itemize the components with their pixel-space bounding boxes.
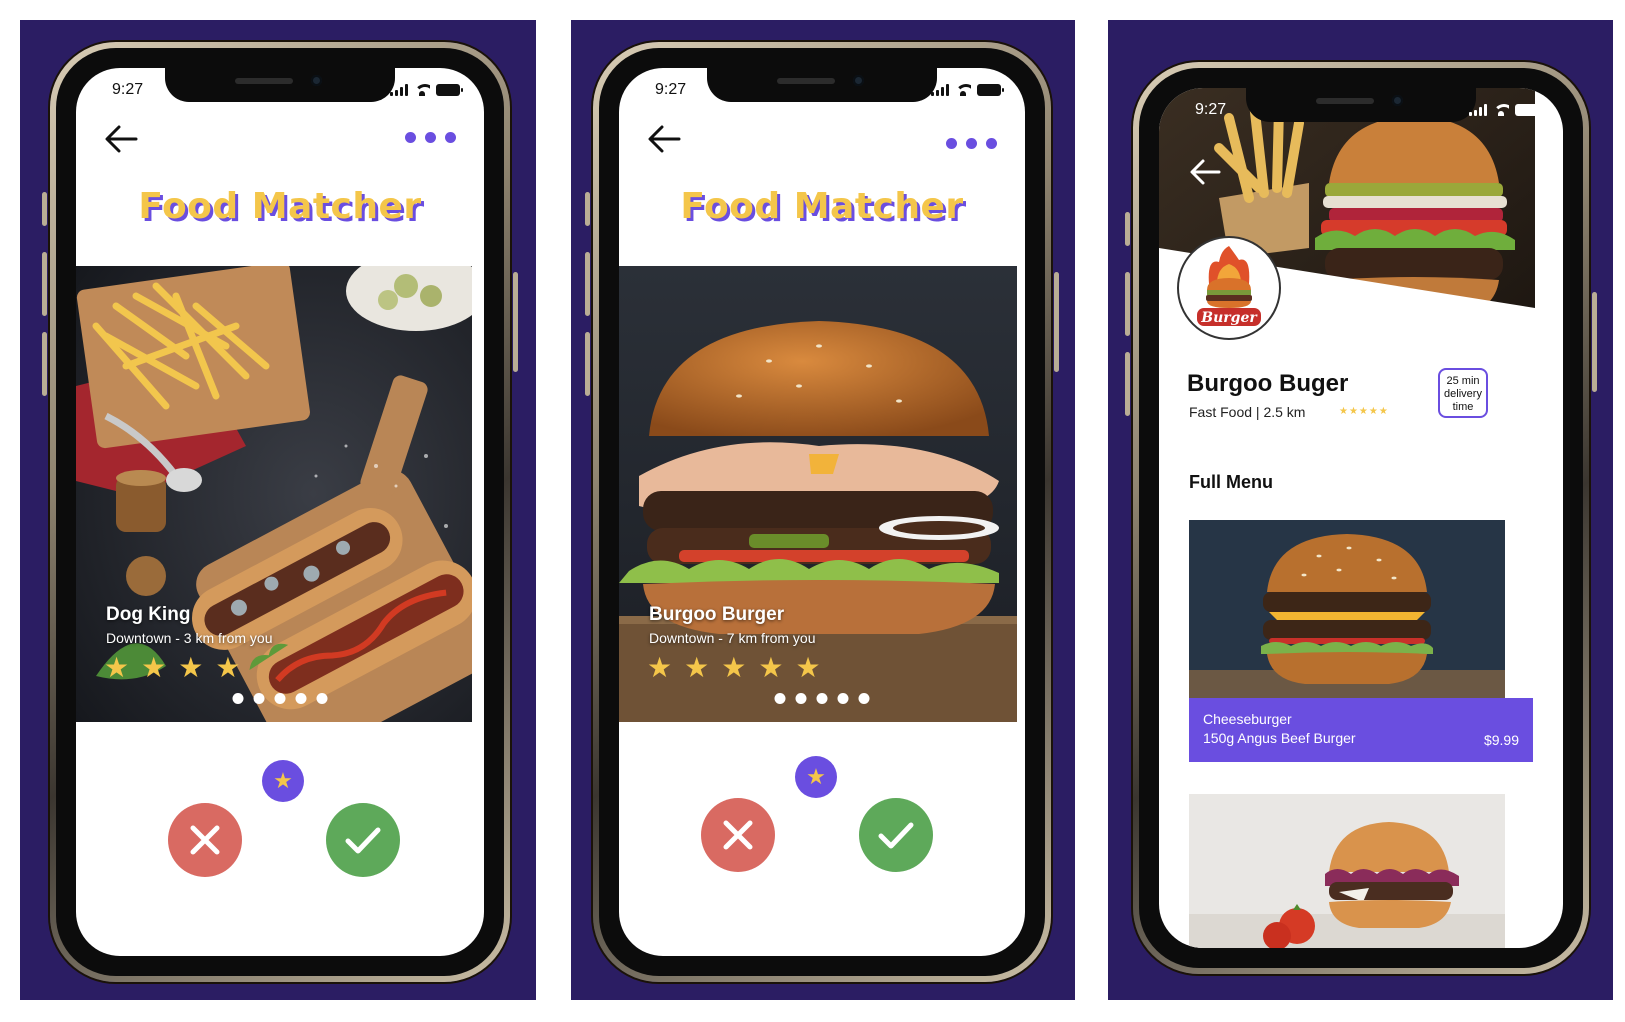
food-card-photo[interactable]: Dog King Downtown - 3 km from you ★ ★ ★ … (76, 266, 484, 722)
star-icon: ★ (721, 652, 747, 683)
reject-button[interactable] (701, 798, 775, 872)
restaurant-meta: Fast Food | 2.5 km (1189, 404, 1306, 420)
signal-icon (390, 84, 408, 96)
phone-frame: 9:27 Food Matcher (42, 42, 518, 982)
app-screen: 9:27 Food Matcher (76, 68, 484, 956)
status-bar: 9:27 (1159, 88, 1563, 132)
restaurant-rating-stars: ★★★★★ (1339, 406, 1389, 417)
back-arrow-icon[interactable] (1189, 158, 1221, 186)
star-icon: ★ (215, 652, 241, 683)
delivery-time-badge: 25 min delivery time (1438, 368, 1488, 418)
battery-icon (436, 84, 463, 96)
signal-icon (931, 84, 949, 96)
carousel-dots[interactable] (774, 693, 870, 704)
app-title: Food Matcher (680, 186, 964, 227)
star-icon: ★ (141, 652, 167, 683)
more-dots-icon[interactable] (405, 132, 456, 143)
super-like-button[interactable]: ★ (262, 760, 304, 802)
phone-frame: 9:27 Burger Burgoo Buger Fast Food | 2.5… (1125, 62, 1597, 974)
screenshot-panel-dog-king: 9:27 Food Matcher Dog King Downtown - 3 … (20, 20, 536, 1000)
close-icon (723, 820, 753, 850)
battery-icon (977, 84, 1004, 96)
star-icon: ★ (795, 652, 821, 683)
app-screen: 9:27 Burger Burgoo Buger Fast Food | 2.5… (1159, 88, 1563, 948)
star-icon: ★ (104, 652, 130, 683)
card-subtitle: Downtown - 7 km from you (649, 630, 816, 646)
check-icon (345, 827, 381, 854)
screenshot-panel-restaurant-detail: 9:27 Burger Burgoo Buger Fast Food | 2.5… (1108, 20, 1613, 1000)
status-bar: 9:27 (619, 68, 1025, 112)
card-title: Dog King (106, 604, 191, 625)
check-icon (878, 822, 914, 849)
full-menu-heading: Full Menu (1189, 472, 1273, 492)
restaurant-name: Burgoo Buger (1187, 370, 1349, 397)
reject-button[interactable] (168, 803, 242, 877)
card-title: Burgoo Burger (649, 604, 785, 625)
signal-icon (1469, 104, 1487, 116)
delivery-time-value: 25 min (1446, 375, 1480, 387)
menu-item-price: $9.99 (1483, 732, 1519, 748)
wifi-icon (414, 84, 430, 96)
status-bar: 9:27 (76, 68, 484, 112)
phone-frame: 9:27 Food Matcher (585, 42, 1059, 982)
menu-item-name: Cheeseburger (1203, 711, 1292, 727)
star-icon: ★ (758, 652, 784, 683)
screenshot-panel-burgoo-burger: 9:27 Food Matcher Burgoo Burger Downtown… (571, 20, 1075, 1000)
delivery-time-label: delivery (1444, 388, 1482, 400)
back-arrow-icon[interactable] (104, 124, 138, 154)
status-time: 9:27 (112, 81, 144, 98)
back-arrow-icon[interactable] (647, 124, 681, 154)
menu-item-info: Cheeseburger 150g Angus Beef Burger $9.9… (1189, 698, 1533, 762)
more-dots-icon[interactable] (946, 138, 997, 149)
cheeseburger-photo (1189, 520, 1533, 698)
close-icon (190, 825, 220, 855)
app-screen: 9:27 Food Matcher (619, 68, 1025, 956)
accept-button[interactable] (859, 798, 933, 872)
rating-stars: ★ ★ ★ ★ ★ (647, 654, 821, 682)
star-icon: ★ (684, 652, 710, 683)
restaurant-logo: Burger (1177, 236, 1281, 340)
card-subtitle: Downtown - 3 km from you (106, 630, 273, 646)
battery-icon (1515, 104, 1542, 116)
carousel-dots[interactable] (232, 693, 328, 704)
star-icon: ★ (273, 768, 293, 793)
menu-item-card[interactable]: Cheeseburger 150g Angus Beef Burger $9.9… (1189, 520, 1533, 762)
status-time: 9:27 (655, 81, 687, 98)
super-like-button[interactable]: ★ (795, 756, 837, 798)
wifi-icon (955, 84, 971, 96)
menu-item-card[interactable] (1189, 794, 1533, 948)
star-icon: ★ (178, 652, 204, 683)
logo-text: Burger (1200, 310, 1258, 326)
delivery-time-label-2: time (1452, 401, 1474, 413)
star-icon: ★ (647, 652, 673, 683)
wifi-icon (1493, 104, 1509, 116)
app-title: Food Matcher (138, 186, 422, 227)
accept-button[interactable] (326, 803, 400, 877)
menu-item-description: 150g Angus Beef Burger (1203, 730, 1356, 746)
rating-stars: ★ ★ ★ ★ (104, 654, 240, 682)
star-icon: ★ (806, 764, 826, 789)
burger-photo-2 (1189, 794, 1505, 948)
status-time: 9:27 (1195, 101, 1227, 118)
food-card-photo[interactable]: Burgoo Burger Downtown - 7 km from you ★… (619, 266, 1025, 722)
